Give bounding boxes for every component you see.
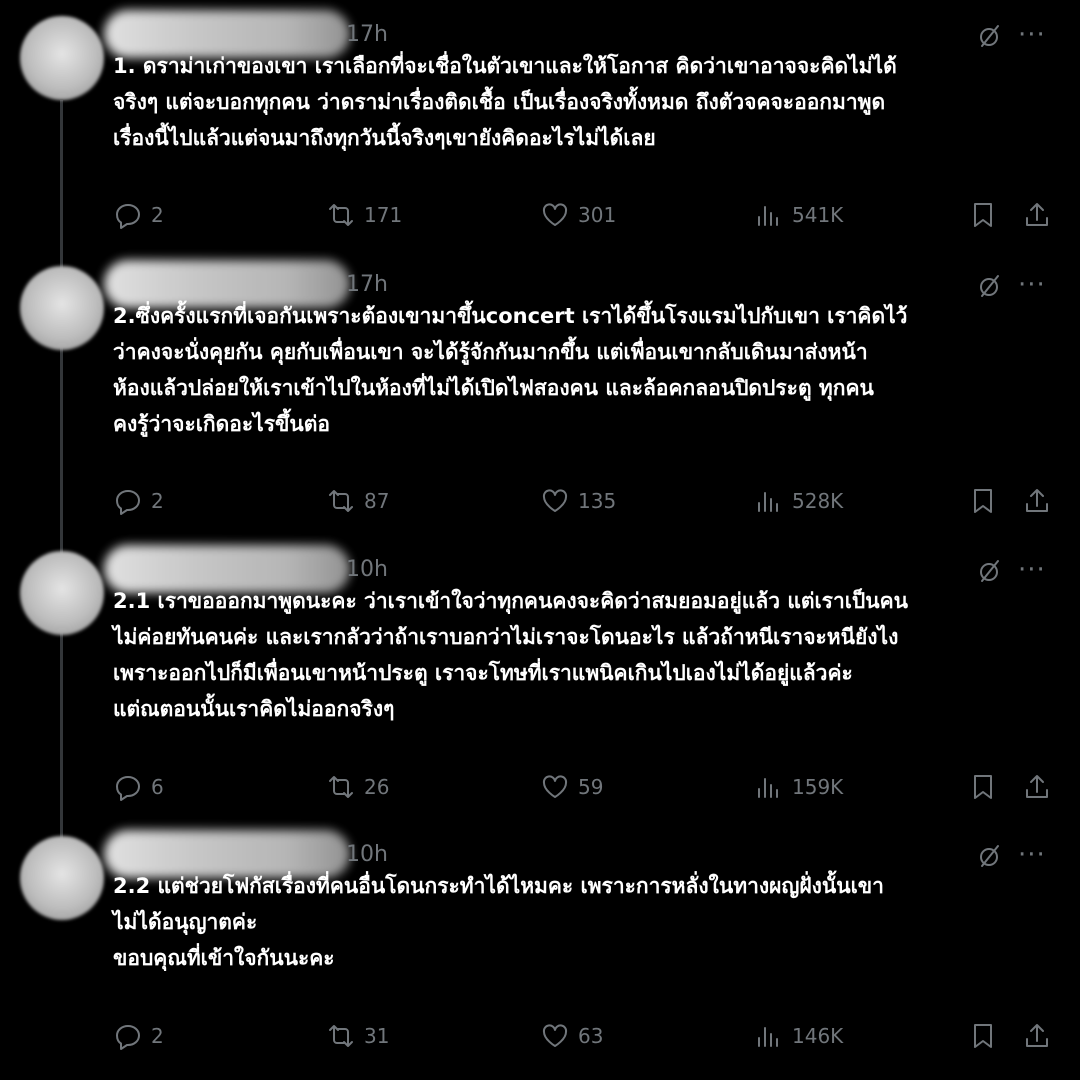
- repost-button[interactable]: 87: [326, 484, 389, 518]
- reply-button[interactable]: 2: [113, 198, 164, 232]
- like-count: 301: [578, 203, 617, 227]
- grok-icon[interactable]: [976, 272, 1004, 300]
- more-icon[interactable]: ···: [1018, 842, 1046, 868]
- tweet-actions: 6 26 59 159K: [0, 770, 1080, 804]
- views-button[interactable]: 541K: [754, 198, 843, 232]
- repost-icon: [329, 204, 353, 226]
- tweet-actions: 2 87 135 528K: [0, 484, 1080, 518]
- views-button[interactable]: 159K: [754, 770, 843, 804]
- like-count: 63: [578, 1024, 604, 1048]
- repost-button[interactable]: 26: [326, 770, 389, 804]
- bookmark-icon[interactable]: [968, 486, 998, 516]
- views-button[interactable]: 146K: [754, 1019, 843, 1053]
- tweet-actions: 2 31 63 146K: [0, 1019, 1080, 1053]
- reply-icon: [116, 490, 140, 515]
- repost-count: 87: [364, 489, 390, 513]
- reply-button[interactable]: 2: [113, 1019, 164, 1053]
- reply-count: 6: [151, 775, 164, 799]
- like-button[interactable]: 301: [540, 198, 616, 232]
- tweet-text: 2.2 แต่ช่วยโฟกัสเรื่องที่คนอื่นโดนกระทำไ…: [113, 874, 884, 970]
- heart-icon: [542, 203, 568, 226]
- more-icon[interactable]: ···: [1018, 22, 1046, 48]
- timestamp[interactable]: 17h: [346, 270, 388, 300]
- like-button[interactable]: 135: [540, 484, 616, 518]
- heart-icon: [542, 489, 568, 512]
- reply-icon: [116, 204, 140, 229]
- reply-count: 2: [151, 203, 164, 227]
- more-icon[interactable]: ···: [1018, 557, 1046, 583]
- bookmark-icon[interactable]: [968, 1021, 998, 1051]
- like-count: 59: [578, 775, 604, 799]
- share-icon[interactable]: [1022, 772, 1052, 802]
- grok-icon[interactable]: [976, 557, 1004, 585]
- timestamp[interactable]: 17h: [346, 20, 388, 50]
- views-count: 541K: [792, 203, 844, 227]
- tweet-text: 2.1 เราขอออกมาพูดนะคะ ว่าเราเข้าใจว่าทุก…: [113, 589, 909, 721]
- like-count: 135: [578, 489, 617, 513]
- tweet-text: 2.ซึ่งครั้งแรกที่เจอกันเพราะต้องเขามาขึ้…: [113, 304, 908, 436]
- views-icon: [758, 492, 778, 512]
- like-button[interactable]: 59: [540, 770, 603, 804]
- views-count: 528K: [792, 489, 844, 513]
- repost-count: 171: [364, 203, 403, 227]
- avatar[interactable]: [20, 836, 104, 920]
- views-button[interactable]: 528K: [754, 484, 843, 518]
- repost-count: 31: [364, 1024, 390, 1048]
- repost-button[interactable]: 31: [326, 1019, 389, 1053]
- like-button[interactable]: 63: [540, 1019, 603, 1053]
- more-icon[interactable]: ···: [1018, 272, 1046, 298]
- views-count: 146K: [792, 1024, 844, 1048]
- tweet-text: 1. ดราม่าเก่าของเขา เราเลือกที่จะเชื่อใน…: [113, 54, 897, 150]
- share-icon[interactable]: [1022, 200, 1052, 230]
- avatar[interactable]: [20, 551, 104, 635]
- heart-icon: [542, 1024, 568, 1047]
- timestamp[interactable]: 10h: [346, 555, 388, 585]
- bookmark-icon[interactable]: [968, 200, 998, 230]
- grok-icon[interactable]: [976, 842, 1004, 870]
- tweet-actions: 2 171 301 541K: [0, 198, 1080, 232]
- views-icon: [758, 778, 778, 798]
- share-icon[interactable]: [1022, 1021, 1052, 1051]
- avatar[interactable]: [20, 266, 104, 350]
- repost-button[interactable]: 171: [326, 198, 402, 232]
- reply-count: 2: [151, 1024, 164, 1048]
- reply-icon: [116, 776, 140, 801]
- repost-icon: [329, 1025, 353, 1047]
- reply-count: 2: [151, 489, 164, 513]
- heart-icon: [542, 775, 568, 798]
- repost-count: 26: [364, 775, 390, 799]
- reply-icon: [116, 1025, 140, 1050]
- views-count: 159K: [792, 775, 844, 799]
- views-icon: [758, 1027, 778, 1047]
- repost-icon: [329, 776, 353, 798]
- reply-button[interactable]: 6: [113, 770, 164, 804]
- timestamp[interactable]: 10h: [346, 840, 388, 870]
- grok-icon[interactable]: [976, 22, 1004, 50]
- repost-icon: [329, 490, 353, 512]
- share-icon[interactable]: [1022, 486, 1052, 516]
- bookmark-icon[interactable]: [968, 772, 998, 802]
- views-icon: [758, 206, 778, 226]
- avatar[interactable]: [20, 16, 104, 100]
- reply-button[interactable]: 2: [113, 484, 164, 518]
